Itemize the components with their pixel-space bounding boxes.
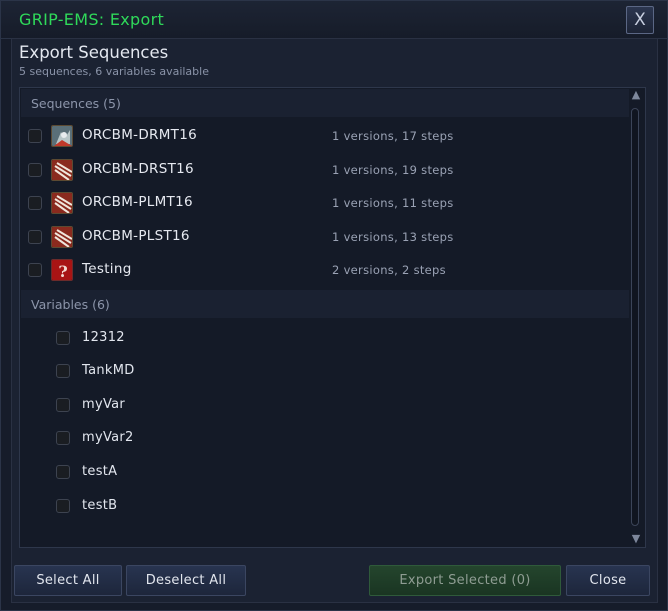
sequence-checkbox[interactable] bbox=[28, 129, 42, 143]
question-mark-icon: ? bbox=[51, 259, 73, 281]
title-bar[interactable]: GRIP-EMS: Export X bbox=[1, 1, 667, 39]
sequence-row[interactable]: ORCBM-PLMT16 1 versions, 11 steps bbox=[20, 189, 626, 217]
variable-name: 12312 bbox=[82, 330, 125, 345]
variable-row[interactable]: myVar2 bbox=[20, 424, 626, 452]
sequence-info: 1 versions, 17 steps bbox=[332, 129, 454, 143]
variable-checkbox[interactable] bbox=[56, 364, 70, 378]
variable-row[interactable]: testA bbox=[20, 458, 626, 486]
window-title: GRIP-EMS: Export bbox=[19, 10, 165, 29]
sequence-info: 1 versions, 11 steps bbox=[332, 196, 454, 210]
sequence-checkbox[interactable] bbox=[28, 163, 42, 177]
dialog-subheading: 5 sequences, 6 variables available bbox=[19, 65, 209, 78]
sequences-section-label: Sequences (5) bbox=[31, 96, 121, 111]
sequence-row[interactable]: ORCBM-DRMT16 1 versions, 17 steps bbox=[20, 122, 626, 150]
sequence-row[interactable]: ORCBM-DRST16 1 versions, 19 steps bbox=[20, 156, 626, 184]
variable-checkbox[interactable] bbox=[56, 331, 70, 345]
list-scrollbar[interactable]: ▲ ▼ bbox=[627, 88, 645, 547]
export-list: Sequences (5) ORCBM-DRMT16 1 versions, 1… bbox=[19, 87, 646, 548]
sequence-row[interactable]: ? Testing 2 versions, 2 steps bbox=[20, 256, 626, 284]
sequence-info: 2 versions, 2 steps bbox=[332, 263, 446, 277]
sequence-name: Testing bbox=[82, 261, 132, 277]
variable-row[interactable]: testB bbox=[20, 492, 626, 520]
select-all-button[interactable]: Select All bbox=[14, 565, 122, 596]
variables-section-label: Variables (6) bbox=[31, 297, 110, 312]
sequence-name: ORCBM-DRMT16 bbox=[82, 127, 197, 143]
variable-name: testA bbox=[82, 464, 118, 479]
sequence-name: ORCBM-PLST16 bbox=[82, 228, 190, 244]
sequence-info: 1 versions, 19 steps bbox=[332, 163, 454, 177]
sequence-info: 1 versions, 13 steps bbox=[332, 230, 454, 244]
claw-slash-icon bbox=[51, 192, 73, 214]
variable-row[interactable]: myVar bbox=[20, 391, 626, 419]
sequence-row[interactable]: ORCBM-PLST16 1 versions, 13 steps bbox=[20, 223, 626, 251]
claw-slash-icon bbox=[51, 159, 73, 181]
sequence-checkbox[interactable] bbox=[28, 230, 42, 244]
scroll-track[interactable] bbox=[631, 108, 639, 526]
variable-name: myVar bbox=[82, 397, 126, 412]
variable-checkbox[interactable] bbox=[56, 499, 70, 513]
close-window-button[interactable]: X bbox=[626, 6, 654, 34]
variable-row[interactable]: TankMD bbox=[20, 357, 626, 385]
dialog-heading: Export Sequences bbox=[19, 43, 169, 62]
variables-section-header: Variables (6) bbox=[21, 290, 629, 318]
claw-slash-icon bbox=[51, 226, 73, 248]
deselect-all-button[interactable]: Deselect All bbox=[126, 565, 246, 596]
sequence-name: ORCBM-PLMT16 bbox=[82, 194, 193, 210]
variable-checkbox[interactable] bbox=[56, 465, 70, 479]
export-selected-button[interactable]: Export Selected (0) bbox=[369, 565, 561, 596]
variable-checkbox[interactable] bbox=[56, 398, 70, 412]
variable-name: testB bbox=[82, 498, 118, 513]
svg-text:?: ? bbox=[58, 262, 67, 281]
sequence-name: ORCBM-DRST16 bbox=[82, 161, 194, 177]
warrior-ability-icon bbox=[51, 125, 73, 147]
variable-name: TankMD bbox=[82, 363, 135, 378]
variable-row[interactable]: 12312 bbox=[20, 324, 626, 352]
variable-checkbox[interactable] bbox=[56, 431, 70, 445]
scroll-up-arrow-icon[interactable]: ▲ bbox=[628, 88, 644, 102]
scroll-down-arrow-icon[interactable]: ▼ bbox=[628, 532, 644, 546]
close-button[interactable]: Close bbox=[566, 565, 650, 596]
sequences-section-header: Sequences (5) bbox=[21, 89, 629, 117]
sequence-checkbox[interactable] bbox=[28, 196, 42, 210]
variable-name: myVar2 bbox=[82, 430, 134, 445]
sequence-checkbox[interactable] bbox=[28, 263, 42, 277]
